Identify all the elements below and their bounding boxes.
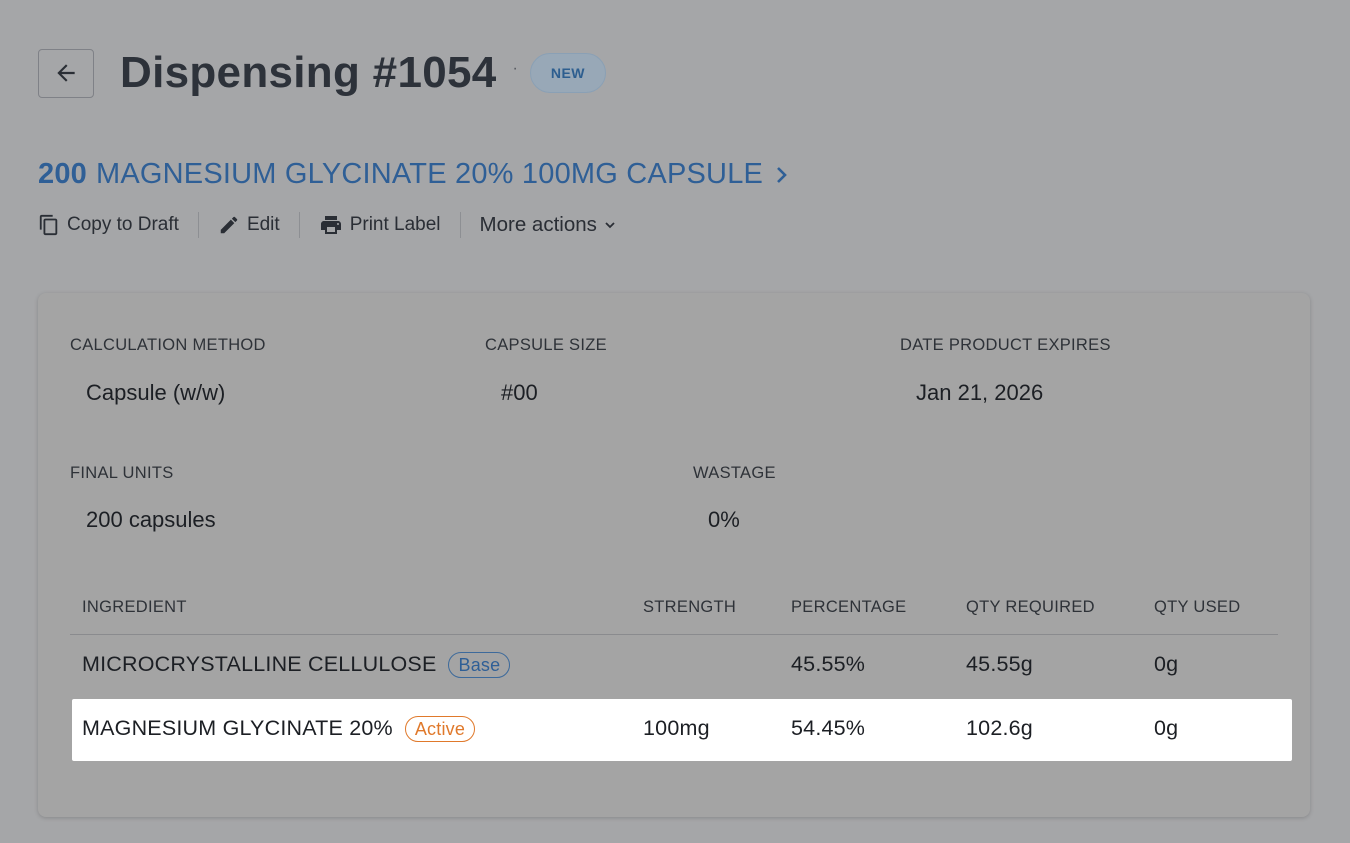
active-tag: Active xyxy=(404,716,476,743)
page-header: Dispensing #1054 · NEW xyxy=(38,48,607,98)
date-expires-value: Jan 21, 2026 xyxy=(916,380,1044,405)
print-label-button[interactable]: Print Label xyxy=(319,213,441,237)
date-expires-label: DATE PRODUCT EXPIRES xyxy=(900,336,1111,354)
back-arrow-icon xyxy=(57,64,75,82)
ingredient-name-text: MAGNESIUM GLYCINATE 20% xyxy=(82,716,393,740)
edit-label: Edit xyxy=(246,214,280,235)
chevron-right-icon xyxy=(775,165,789,185)
copy-to-draft-button[interactable]: Copy to Draft xyxy=(38,213,179,237)
printer-icon xyxy=(320,216,341,234)
final-units-value: 200 capsules xyxy=(86,507,216,532)
table-header-divider xyxy=(70,634,1278,635)
wastage-label: WASTAGE xyxy=(693,464,776,482)
qty-used-cell: 0g xyxy=(1154,652,1179,676)
actions-toolbar: Copy to Draft Edit Print Label More acti… xyxy=(38,212,616,238)
qty-used-cell: 0g xyxy=(1154,716,1179,740)
ingredient-name-text: MICROCRYSTALLINE CELLULOSE xyxy=(82,652,437,676)
calculation-method-label: CALCULATION METHOD xyxy=(70,336,266,354)
percentage-cell: 54.45% xyxy=(791,716,866,740)
title-separator: · xyxy=(512,60,518,77)
column-header-ingredient: INGREDIENT xyxy=(82,598,187,616)
capsule-size-label: CAPSULE SIZE xyxy=(485,336,607,354)
toolbar-divider xyxy=(298,212,300,238)
back-button[interactable] xyxy=(38,48,94,98)
status-badge: NEW xyxy=(529,53,607,93)
copy-to-draft-label: Copy to Draft xyxy=(67,214,179,235)
base-tag: Base xyxy=(448,652,511,679)
product-link[interactable]: 200 MAGNESIUM GLYCINATE 20% 100MG CAPSUL… xyxy=(38,158,789,191)
column-header-qty-used: QTY USED xyxy=(1154,598,1241,616)
capsule-size-value: #00 xyxy=(501,380,538,405)
final-units-label: FINAL UNITS xyxy=(70,464,174,482)
qty-required-cell: 45.55g xyxy=(966,652,1033,676)
edit-button[interactable]: Edit xyxy=(218,214,280,236)
strength-cell: 100mg xyxy=(643,716,710,740)
more-actions-label: More actions xyxy=(479,213,597,236)
ingredient-name: MAGNESIUM GLYCINATE 20% Active xyxy=(82,716,476,743)
toolbar-divider xyxy=(197,212,199,238)
pencil-icon xyxy=(220,216,238,234)
copy-icon xyxy=(39,214,58,236)
page-title: Dispensing #1054 xyxy=(120,48,497,97)
wastage-value: 0% xyxy=(708,507,740,532)
print-label-text: Print Label xyxy=(349,214,441,235)
product-name: MAGNESIUM GLYCINATE 20% 100MG CAPSULE xyxy=(96,158,764,190)
product-quantity: 200 xyxy=(38,158,87,190)
percentage-cell: 45.55% xyxy=(791,652,866,676)
qty-required-cell: 102.6g xyxy=(966,716,1033,740)
toolbar-divider xyxy=(459,212,461,238)
chevron-down-icon xyxy=(605,222,615,229)
calculation-method-value: Capsule (w/w) xyxy=(86,380,226,405)
column-header-qty-required: QTY REQUIRED xyxy=(966,598,1095,616)
ingredient-name: MICROCRYSTALLINE CELLULOSE Base xyxy=(82,652,511,679)
column-header-percentage: PERCENTAGE xyxy=(791,598,907,616)
column-header-strength: STRENGTH xyxy=(643,598,737,616)
more-actions-dropdown[interactable]: More actions xyxy=(480,213,616,237)
